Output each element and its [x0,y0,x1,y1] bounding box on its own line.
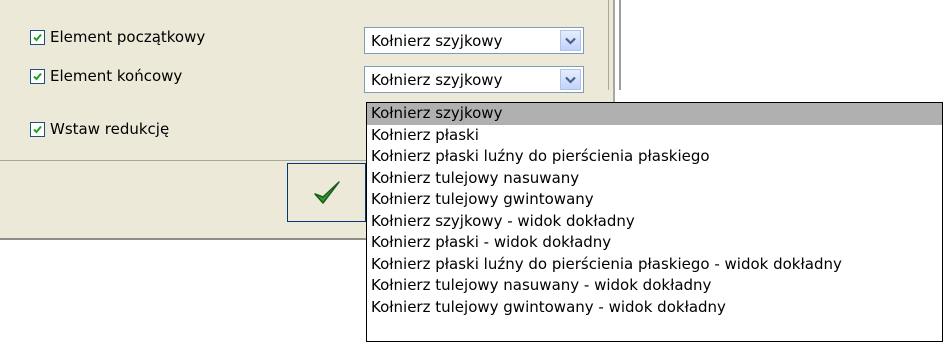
insert-reduction-label: Wstaw redukcję [50,120,170,138]
checkmark-icon [33,72,42,80]
end-element-checkbox[interactable] [30,68,45,84]
dropdown-option[interactable]: Kołnierz szyjkowy - widok dokładny [367,211,942,233]
end-element-combo-value: Kołnierz szyjkowy [371,71,503,89]
dropdown-option[interactable]: Kołnierz tulejowy gwintowany [367,189,942,211]
insert-reduction-checkbox-row[interactable]: Wstaw redukcję [30,120,169,138]
start-element-combo-value: Kołnierz szyjkowy [371,32,503,50]
insert-reduction-checkbox[interactable] [30,121,45,137]
dropdown-option[interactable]: Kołnierz płaski luźny do pierścienia pła… [367,254,942,276]
dropdown-option[interactable]: Kołnierz płaski [367,125,942,147]
combo-dropdown-list[interactable]: Kołnierz szyjkowy Kołnierz płaski Kołnierz… [366,102,943,342]
dropdown-button[interactable] [560,30,581,51]
end-element-label: Element końcowy [50,67,183,85]
divider [608,0,609,90]
end-element-combo[interactable]: Kołnierz szyjkowy [364,66,584,93]
ok-button[interactable] [287,163,366,222]
dropdown-option[interactable]: Kołnierz płaski - widok dokładny [367,232,942,254]
end-element-checkbox-row[interactable]: Element końcowy [30,67,182,85]
start-element-checkbox-row[interactable]: Element początkowy [30,28,205,46]
checkmark-icon [33,125,42,133]
start-element-label: Element początkowy [50,28,206,46]
start-element-checkbox[interactable] [30,29,45,45]
dropdown-option[interactable]: Kołnierz tulejowy gwintowany - widok dok… [367,297,942,319]
chevron-down-icon [565,37,576,45]
checkmark-icon [313,180,340,204]
start-element-combo[interactable]: Kołnierz szyjkowy [364,27,584,54]
dropdown-option[interactable]: Kołnierz szyjkowy [367,103,942,125]
checkmark-icon [33,33,42,41]
chevron-down-icon [565,76,576,84]
dropdown-option[interactable]: Kołnierz tulejowy nasuwany [367,168,942,190]
divider [0,160,366,161]
dropdown-button[interactable] [560,69,581,90]
dropdown-option[interactable]: Kołnierz tulejowy nasuwany - widok dokła… [367,275,942,297]
dropdown-option[interactable]: Kołnierz płaski luźny do pierścienia pła… [367,146,942,168]
divider [619,0,621,90]
